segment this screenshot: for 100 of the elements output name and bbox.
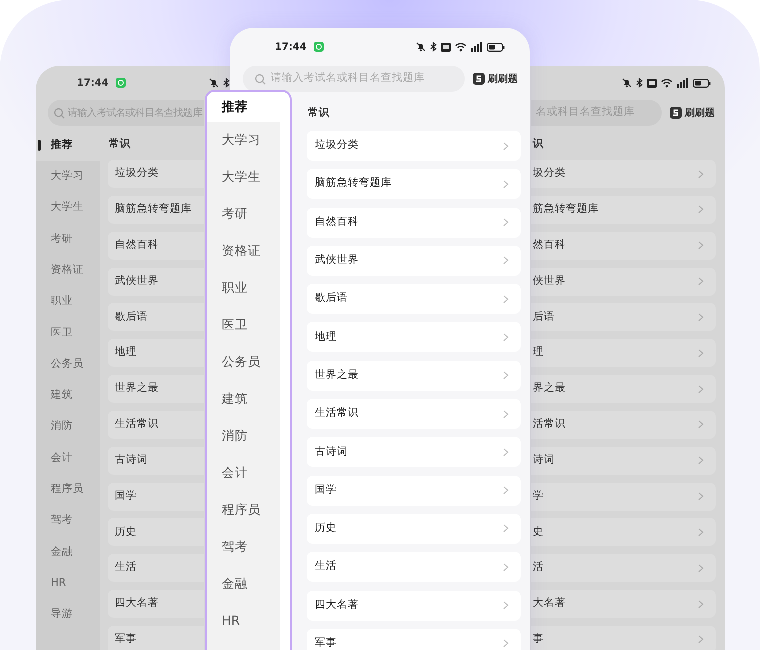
sidebar-item[interactable]: 公务员 xyxy=(36,349,100,380)
sidebar-item[interactable]: 公务员 xyxy=(207,344,280,381)
chevron-icon xyxy=(698,384,704,394)
bluetooth-icon xyxy=(430,42,437,52)
topic-row[interactable]: 活 xyxy=(531,554,716,582)
chevron-icon xyxy=(698,312,704,322)
topic-row[interactable]: 古诗词 xyxy=(307,437,521,468)
topic-row[interactable]: 诗词 xyxy=(531,446,716,475)
chevron-icon xyxy=(698,528,704,537)
section-heading: 常识 xyxy=(308,106,330,122)
topic-row[interactable]: 地理 xyxy=(108,339,204,368)
topic-row[interactable]: 武侠世界 xyxy=(307,246,521,276)
topic-row[interactable]: 垃圾分类 xyxy=(307,131,521,161)
topic-row[interactable]: 侠世界 xyxy=(531,268,716,296)
chevron-icon xyxy=(503,256,509,266)
topic-row[interactable]: 历史 xyxy=(307,514,521,544)
topic-row[interactable]: 生活常识 xyxy=(307,399,521,430)
topic-row[interactable]: 筋急转弯题库 xyxy=(531,196,716,224)
chevron-icon xyxy=(503,371,509,380)
topic-row[interactable]: 国学 xyxy=(307,476,521,506)
sidebar-item[interactable]: 大学习 xyxy=(36,161,100,193)
topic-row[interactable]: 历史 xyxy=(108,518,204,546)
topic-row[interactable]: 界之最 xyxy=(531,375,716,404)
topic-row[interactable]: 自然百科 xyxy=(108,232,204,260)
topic-row[interactable]: 军事 xyxy=(108,626,204,650)
chevron-icon xyxy=(503,410,509,419)
sidebar-item[interactable]: 推荐 xyxy=(36,130,100,162)
sidebar-item[interactable]: HR xyxy=(36,568,100,600)
sidebar-item[interactable]: 大学生 xyxy=(207,159,280,196)
topic-row[interactable]: 垃圾分类 xyxy=(108,160,204,188)
topic-row[interactable]: 世界之最 xyxy=(307,360,521,391)
sidebar-item[interactable]: 程序员 xyxy=(207,492,280,529)
muted-bell-icon xyxy=(416,42,426,52)
sidebar-item[interactable]: 职业 xyxy=(36,286,100,318)
topic-row[interactable]: 脑筋急转弯题库 xyxy=(108,196,204,224)
sidebar-item[interactable]: 建筑 xyxy=(36,380,100,412)
topic-row[interactable]: 脑筋急转弯题库 xyxy=(307,169,521,200)
bluetooth-icon xyxy=(223,78,230,88)
topic-row[interactable]: 歇后语 xyxy=(108,303,204,332)
topic-row[interactable]: 学 xyxy=(531,482,716,511)
chevron-icon xyxy=(698,348,704,358)
topic-row[interactable]: 生活 xyxy=(307,552,521,582)
sidebar-item[interactable]: 消防 xyxy=(207,418,280,455)
sidebar-item[interactable]: 资格证 xyxy=(36,255,100,286)
wifi-icon xyxy=(661,78,673,88)
sidebar-item[interactable]: 导游 xyxy=(36,599,100,631)
topic-row[interactable]: 四大名著 xyxy=(108,590,204,618)
chevron-icon xyxy=(698,635,704,644)
sidebar-item[interactable]: 职业 xyxy=(207,270,280,307)
topic-row[interactable]: 生活 xyxy=(108,554,204,582)
chevron-icon xyxy=(503,142,509,150)
topic-row[interactable]: 自然百科 xyxy=(307,208,521,238)
topic-row[interactable]: 地理 xyxy=(307,322,521,352)
chevron-icon xyxy=(503,486,509,496)
sidebar-item[interactable]: 考研 xyxy=(207,196,280,233)
sidebar-item[interactable]: 大学习 xyxy=(207,122,280,159)
brand-name: 刷刷题 xyxy=(685,106,715,120)
topic-row[interactable]: 活常识 xyxy=(531,410,716,439)
topic-row[interactable]: 然百科 xyxy=(531,232,716,260)
sidebar-item[interactable]: HR xyxy=(207,603,280,640)
sidebar-item[interactable]: 驾考 xyxy=(207,529,280,566)
section-heading: 识 xyxy=(533,137,544,152)
topic-row[interactable]: 四大名著 xyxy=(307,590,521,621)
sidebar-item[interactable]: 驾考 xyxy=(36,506,100,537)
topic-row[interactable]: 古诗词 xyxy=(108,446,204,475)
notification-icon xyxy=(314,42,324,52)
battery-icon xyxy=(693,78,711,88)
sidebar-item[interactable]: 消防 xyxy=(36,412,100,443)
topic-row[interactable]: 圾分类 xyxy=(531,160,716,188)
sidebar-item[interactable]: 考研 xyxy=(36,224,100,256)
topic-row[interactable]: 歇后语 xyxy=(307,284,521,314)
muted-bell-icon xyxy=(209,78,219,88)
topic-row[interactable]: 后语 xyxy=(531,303,716,332)
sidebar-item[interactable]: 会计 xyxy=(207,455,280,492)
chevron-icon xyxy=(698,170,704,178)
chevron-icon xyxy=(698,241,704,250)
sidebar-item[interactable]: 会计 xyxy=(36,442,100,474)
sidebar-item[interactable]: 大学生 xyxy=(36,192,100,224)
topic-row[interactable]: 世界之最 xyxy=(108,375,204,404)
sidebar-item[interactable]: 医卫 xyxy=(207,307,280,344)
sidebar-item[interactable]: 程序员 xyxy=(36,474,100,506)
chevron-icon xyxy=(503,180,509,189)
chevron-icon xyxy=(503,601,509,610)
sidebar-item[interactable]: 金融 xyxy=(207,566,280,603)
topic-row[interactable]: 军事 xyxy=(307,628,521,650)
topic-row[interactable]: 史 xyxy=(531,518,716,546)
brand-name: 刷刷题 xyxy=(488,72,518,86)
topic-row[interactable]: 生活常识 xyxy=(108,410,204,439)
topic-row[interactable]: 事 xyxy=(531,626,716,650)
topic-row[interactable]: 大名著 xyxy=(531,590,716,618)
topic-row[interactable]: 理 xyxy=(531,339,716,368)
sidebar-item[interactable]: 资格证 xyxy=(207,233,280,270)
sidebar-item[interactable]: 金融 xyxy=(36,536,100,568)
chevron-icon xyxy=(698,277,704,286)
sidebar-item[interactable]: 医卫 xyxy=(36,318,100,350)
chevron-icon xyxy=(503,448,509,457)
topic-row[interactable]: 国学 xyxy=(108,482,204,511)
sidebar-item[interactable]: 建筑 xyxy=(207,381,280,418)
topic-row[interactable]: 武侠世界 xyxy=(108,268,204,296)
chevron-icon xyxy=(503,639,509,648)
